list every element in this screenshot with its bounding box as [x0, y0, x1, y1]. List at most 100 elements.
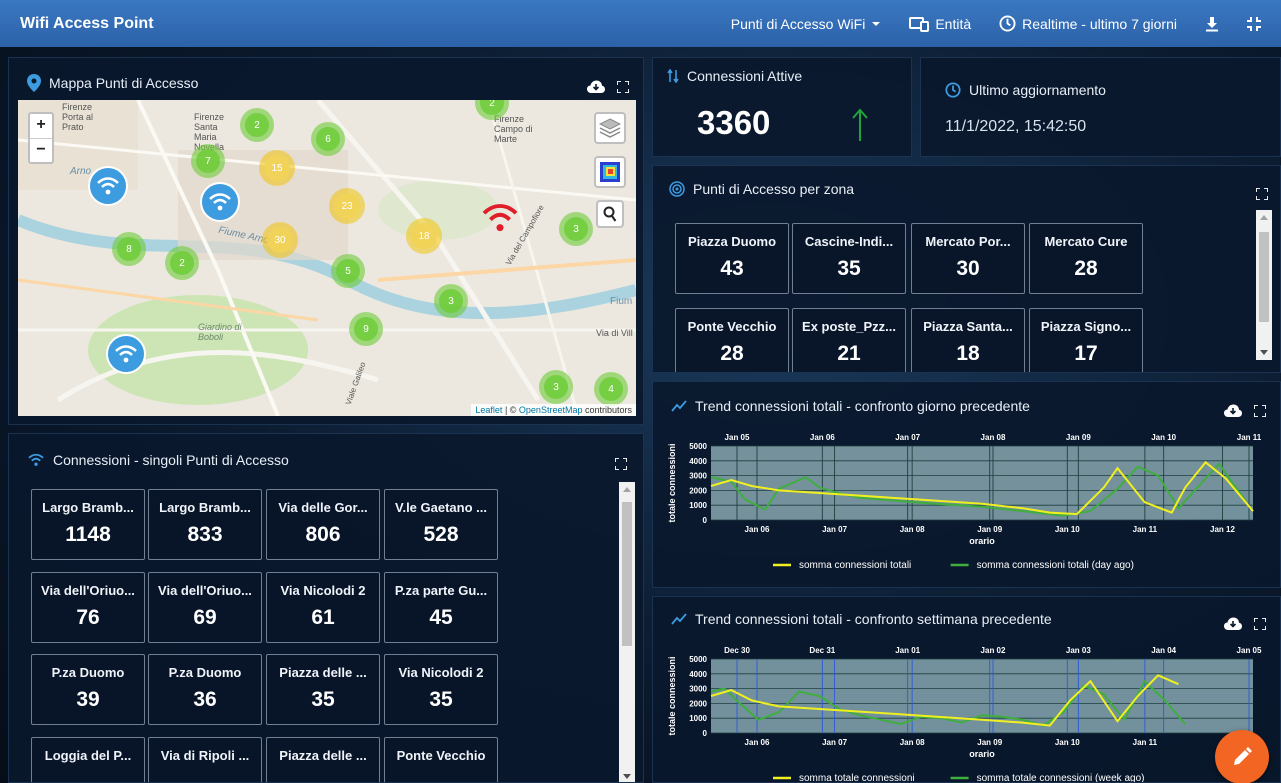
cluster-marker[interactable]: 5 [331, 254, 365, 288]
zone-tile[interactable]: Piazza Signo... 17 [1029, 308, 1143, 372]
access-point-tile[interactable]: P.za Duomo 36 [148, 654, 262, 725]
access-point-label: P.za parte Gu... [394, 583, 488, 598]
cluster-marker[interactable]: 8 [112, 232, 146, 266]
legend-label: somma connessioni totali [799, 560, 911, 571]
y-tick-label: 3000 [689, 685, 707, 694]
zoom-out-button[interactable]: − [30, 138, 52, 162]
top-tick-label: Dec 31 [809, 646, 835, 655]
cluster-marker[interactable]: 2 [165, 246, 199, 280]
access-point-tile[interactable]: Via delle Gor... 806 [266, 489, 380, 560]
access-point-label: Via delle Gor... [278, 500, 368, 515]
top-tick-label: Jan 06 [810, 433, 835, 442]
access-point-value: 69 [193, 606, 217, 629]
zone-tile[interactable]: Cascine-Indi... 35 [792, 223, 906, 294]
trend-week-title: Trend connessioni totali - confronto set… [695, 611, 1052, 627]
access-point-label: Via dell'Oriuo... [41, 583, 135, 598]
caret-down-icon [872, 21, 881, 26]
expand-icon[interactable] [1256, 188, 1268, 200]
cluster-marker[interactable]: 30 [262, 222, 298, 258]
single-points-scroll-thumb[interactable] [622, 502, 632, 646]
cluster-marker[interactable]: 6 [311, 122, 345, 156]
scroll-up-arrow-icon[interactable] [1256, 210, 1272, 224]
wifi-marker[interactable] [106, 334, 146, 374]
zones-scrollbar[interactable] [1256, 210, 1272, 360]
access-point-tile[interactable]: Largo Bramb... 1148 [31, 489, 145, 560]
zone-tile[interactable]: Mercato Por... 30 [911, 223, 1025, 294]
bottom-tick-label: Jan 10 [1055, 525, 1080, 534]
heatmap-button[interactable] [594, 156, 626, 188]
trend-line-icon [671, 613, 687, 625]
entities-button[interactable]: Entità [909, 16, 971, 32]
access-point-tile[interactable]: P.za parte Gu... 45 [384, 572, 498, 643]
zone-tile[interactable]: Piazza Santa... 18 [911, 308, 1025, 372]
access-point-tile[interactable]: P.za Duomo 39 [31, 654, 145, 725]
access-point-label: Via Nicolodi 2 [280, 583, 366, 598]
access-point-tile[interactable]: Piazza delle ... 35 [266, 654, 380, 725]
zone-tile[interactable]: Ponte Vecchio 28 [675, 308, 789, 372]
access-point-label: Via dell'Oriuo... [158, 583, 252, 598]
expand-icon[interactable] [1254, 618, 1266, 630]
access-point-tile[interactable]: Ponte Vecchio [384, 737, 498, 782]
access-points-dropdown[interactable]: Punti di Accesso WiFi [731, 16, 882, 32]
access-point-tile[interactable]: Largo Bramb... 833 [148, 489, 262, 560]
access-point-tile[interactable]: Via Nicolodi 2 35 [384, 654, 498, 725]
zone-tile[interactable]: Piazza Duomo 43 [675, 223, 789, 294]
layers-button[interactable] [594, 112, 626, 144]
cluster-marker[interactable]: 3 [539, 370, 573, 404]
cluster-marker[interactable]: 3 [434, 284, 468, 318]
single-points-scrollbar[interactable] [619, 482, 635, 782]
bottom-tick-label: Jan 11 [1133, 738, 1158, 747]
scroll-down-arrow-icon[interactable] [1256, 346, 1272, 360]
wifi-marker[interactable] [88, 166, 128, 206]
access-point-tile[interactable]: Via dell'Oriuo... 76 [31, 572, 145, 643]
access-point-tile[interactable]: Via dell'Oriuo... 69 [148, 572, 262, 643]
cluster-marker[interactable]: 18 [406, 218, 442, 254]
wifi-marker-selected-icon[interactable] [480, 202, 520, 234]
y-tick-label: 3000 [689, 472, 707, 481]
cloud-download-icon[interactable] [587, 80, 605, 94]
edit-fab-button[interactable] [1215, 730, 1269, 783]
access-points-map[interactable]: Firenze Porta al Prato Firenze Santa Mar… [18, 100, 636, 416]
cluster-marker[interactable]: 23 [329, 188, 365, 224]
expand-icon[interactable] [615, 458, 627, 470]
cluster-marker[interactable]: 4 [594, 372, 628, 406]
access-point-tile[interactable]: Via Nicolodi 2 61 [266, 572, 380, 643]
time-range-button[interactable]: Realtime - ultimo 7 giorni [999, 15, 1177, 32]
y-axis-label: totale connessioni [667, 656, 677, 735]
zone-tile[interactable]: Ex poste_Pzz... 21 [792, 308, 906, 372]
expand-icon[interactable] [617, 81, 629, 93]
wifi-icon [28, 453, 44, 466]
fullscreen-exit-button[interactable] [1247, 16, 1261, 31]
access-point-label: Piazza delle ... [279, 665, 367, 680]
cluster-marker[interactable]: 3 [559, 212, 593, 246]
access-point-value: 39 [76, 688, 100, 711]
cluster-marker[interactable]: 9 [349, 312, 383, 346]
arrows-up-down-icon [667, 69, 679, 83]
map-search-button[interactable] [596, 200, 624, 228]
wifi-marker[interactable] [200, 182, 240, 222]
y-tick-label: 5000 [689, 655, 707, 664]
scroll-down-arrow-icon[interactable] [619, 770, 635, 782]
access-point-tile[interactable]: Piazza delle ... [266, 737, 380, 782]
leaflet-link[interactable]: Leaflet [475, 405, 502, 415]
access-point-label: Loggia del P... [44, 748, 132, 763]
expand-icon[interactable] [1254, 405, 1266, 417]
cluster-marker[interactable]: 7 [191, 144, 225, 178]
zone-tile[interactable]: Mercato Cure 28 [1029, 223, 1143, 294]
cluster-marker[interactable]: 15 [259, 150, 295, 186]
cluster-marker[interactable]: 2 [240, 108, 274, 142]
zones-title: Punti di Accesso per zona [693, 181, 855, 197]
osm-link[interactable]: OpenStreetMap [519, 405, 583, 415]
cloud-download-icon[interactable] [1224, 617, 1242, 631]
zoom-in-button[interactable]: + [30, 114, 52, 138]
access-point-tile[interactable]: Via di Ripoli ... [148, 737, 262, 782]
zones-scroll-thumb[interactable] [1259, 232, 1269, 322]
scroll-up-arrow-icon[interactable] [619, 482, 635, 496]
download-button[interactable] [1205, 16, 1219, 32]
access-point-tile[interactable]: V.le Gaetano ... 528 [384, 489, 498, 560]
access-point-value: 833 [187, 523, 223, 546]
cloud-download-icon[interactable] [1224, 404, 1242, 418]
trend-day-panel: Trend connessioni totali - confronto gio… [652, 381, 1281, 588]
y-tick-label: 4000 [689, 457, 707, 466]
access-point-tile[interactable]: Loggia del P... [31, 737, 145, 782]
